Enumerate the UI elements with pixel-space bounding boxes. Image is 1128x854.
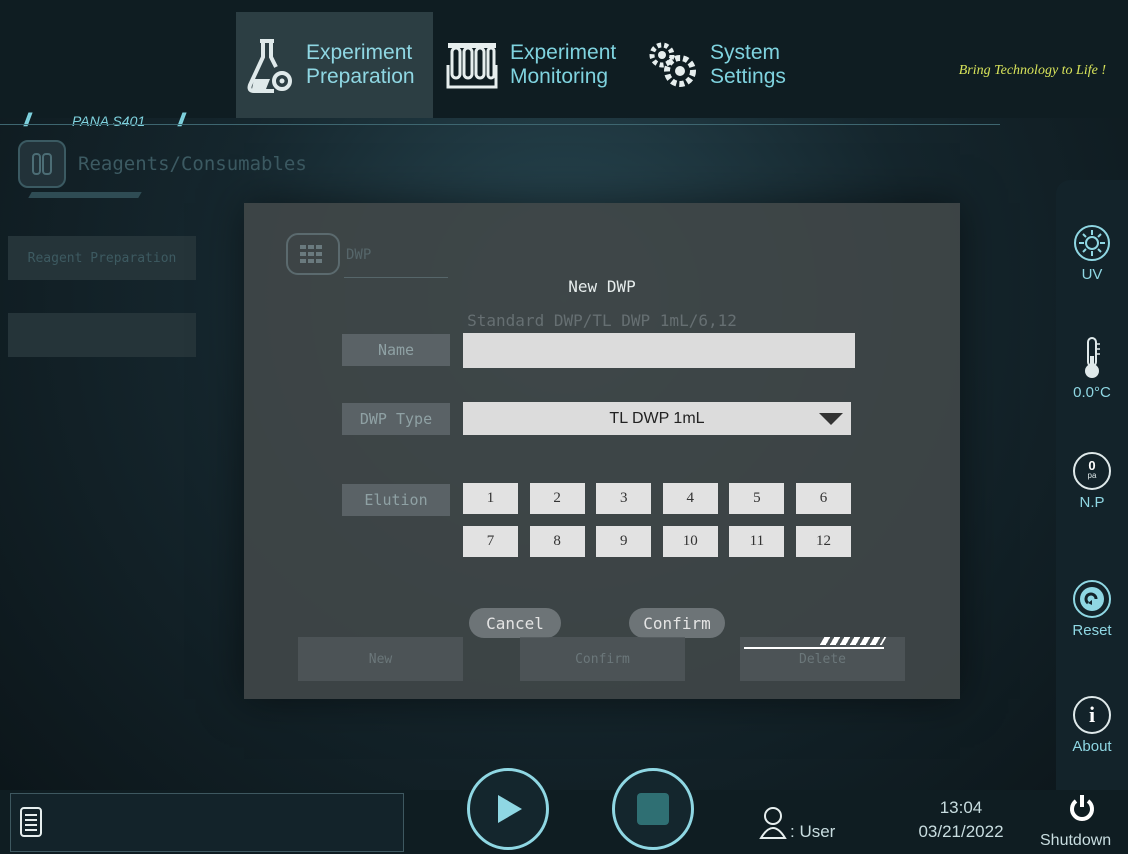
reset-icon [1073,580,1111,618]
tab-experiment-preparation[interactable]: Experiment Preparation [236,12,433,118]
elution-cell[interactable]: 2 [529,483,585,514]
elution-cell[interactable]: 3 [596,483,652,514]
time: 13:04 [939,798,983,817]
section-title: Reagents/Consumables [78,153,307,175]
tab-label-line2: Settings [710,65,786,88]
elution-cell[interactable]: 6 [796,483,851,514]
pressure-label: N.P [1079,494,1105,511]
reagent-preparation-button[interactable]: Reagent Preparation [8,236,196,280]
shutdown-button[interactable]: Shutdown [1040,832,1111,850]
thermometer-icon [1085,337,1100,378]
elution-cell[interactable]: 11 [729,526,785,557]
flask-gear-icon [247,39,292,93]
reset-label: Reset [1072,622,1112,639]
dwp-button[interactable] [8,313,196,357]
elution-cell[interactable]: 12 [796,526,851,557]
pressure-gauge-icon: 0 pa [1073,452,1111,490]
background-confirm-button[interactable]: Confirm [520,637,685,681]
dwp-type-select[interactable]: TL DWP 1mL [463,402,851,435]
dwp-type-value: TL DWP 1mL [609,409,705,427]
decor-bar [28,192,142,198]
pressure-value: 0 [1088,458,1096,473]
date: 03/21/2022 [918,822,1004,841]
document-icon [20,807,42,837]
dwp-list-item: Standard DWP/TL DWP 1mL/6,12 [467,311,737,330]
dwp-section-label: DWP [346,247,372,263]
about-button[interactable]: i About [1056,696,1128,755]
uv-button[interactable]: UV [1056,224,1128,283]
name-label: Name [342,334,450,366]
elution-cell[interactable]: 9 [596,526,652,557]
tab-label-line1: Experiment [510,41,617,64]
model-name: PANA S401 [72,113,146,129]
temperature-button[interactable]: 0.0°C [1056,336,1128,401]
dwp-type-label: DWP Type [342,403,450,435]
tab-system-settings[interactable]: System Settings [636,12,796,118]
dwp-icon [286,233,340,275]
user-icon [759,807,787,839]
elution-cell[interactable]: 7 [463,526,518,557]
stop-icon [637,793,669,825]
pressure-button[interactable]: 0 pa N.P [1056,452,1128,511]
uv-label: UV [1081,266,1103,283]
tab-label-line1: Experiment [306,41,413,64]
new-dwp-dialog: DWP New DWP Standard DWP/TL DWP 1mL/6,12… [244,203,960,699]
top-bar: Experiment Preparation Experiment Monito… [0,0,1128,118]
confirm-button[interactable]: Confirm [629,608,725,638]
temperature-label: 0.0°C [1073,384,1111,401]
play-button[interactable] [467,768,549,850]
elution-cell[interactable]: 5 [729,483,785,514]
decor-slashes: // [24,110,31,130]
elution-cell[interactable]: 1 [463,483,518,514]
gears-icon [649,42,696,87]
new-button[interactable]: New [298,637,463,681]
decor-stripe [819,637,887,645]
tab-label-line1: System [710,41,781,64]
section-header: Reagents/Consumables [18,140,307,188]
elution-cell[interactable]: 4 [662,483,718,514]
tab-label-line2: Preparation [306,65,415,88]
play-icon [498,795,522,823]
elution-label: Elution [342,484,450,516]
name-input[interactable] [463,333,855,368]
user-label[interactable]: : User [790,822,835,842]
info-icon: i [1073,696,1111,734]
dialog-title: New DWP [568,277,636,296]
test-tubes-icon [446,43,498,89]
decor-slashes: // [178,110,185,130]
divider [0,124,1000,125]
elution-cell[interactable]: 10 [662,526,718,557]
about-label: About [1072,738,1112,755]
stop-button[interactable] [612,768,694,850]
tubes-icon [18,140,66,188]
tagline: Bring Technology to Life ! [958,63,1106,78]
cancel-button[interactable]: Cancel [469,608,561,638]
decor-stripe [744,647,884,649]
log-panel[interactable] [10,793,404,852]
power-icon[interactable] [1068,793,1096,823]
pressure-unit: pa [1087,471,1097,480]
chevron-down-icon [819,413,843,425]
right-sidebar: UV 0.0°C 0 pa N.P Reset i About [1056,180,1128,790]
sun-icon [1074,225,1110,261]
tab-label-line2: Monitoring [510,65,609,88]
elution-cell[interactable]: 8 [529,526,585,557]
tab-experiment-monitoring[interactable]: Experiment Monitoring [436,12,626,118]
reset-button[interactable]: Reset [1056,580,1128,639]
